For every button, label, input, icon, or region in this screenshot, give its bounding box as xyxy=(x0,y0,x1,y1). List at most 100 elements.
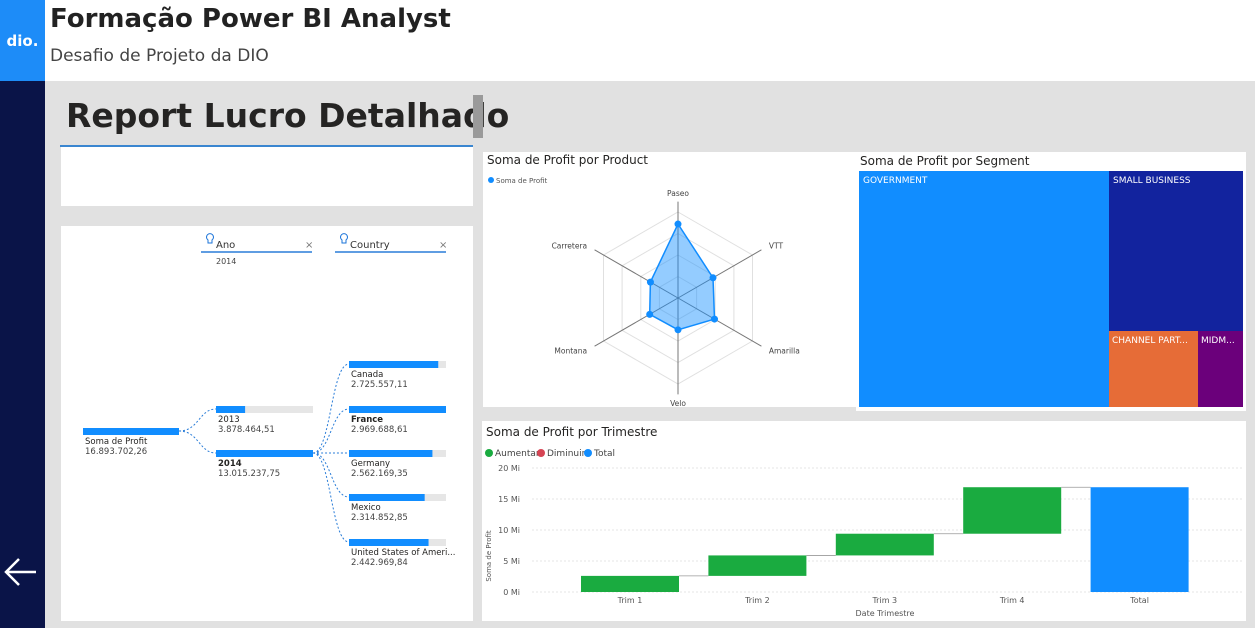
node-label: 2014 xyxy=(218,459,242,469)
left-sidebar xyxy=(0,81,45,628)
radar-chart-card[interactable]: Soma de Profit por Product Soma de Profi… xyxy=(483,152,875,407)
filter-country[interactable]: Country × xyxy=(335,233,447,253)
decomp-country-node[interactable]: United States of Ameri...2.442.969,84 xyxy=(349,539,455,568)
node-value: 16.893.702,26 xyxy=(85,447,147,457)
radar-axis-label: Montana xyxy=(554,346,587,355)
legend-dot xyxy=(488,177,494,183)
lightbulb-icon xyxy=(206,233,214,244)
treemap-tile-government[interactable]: GOVERNMENT xyxy=(859,171,1109,407)
node-bar xyxy=(216,450,313,457)
x-axis-title: Date Trimestre xyxy=(856,609,915,618)
decomp-country-node[interactable]: Canada2.725.557,11 xyxy=(349,361,446,390)
legend-dot-increase xyxy=(485,449,493,457)
node-bar xyxy=(349,539,429,546)
node-bar xyxy=(349,406,446,413)
filter-value-ano: 2014 xyxy=(216,257,236,266)
legend-dot-decrease xyxy=(537,449,545,457)
radar-chart: Soma de Profit Paseo VTT Amarilla Velo Monta… xyxy=(488,177,800,407)
treemap-card[interactable]: Soma de Profit por Segment GOVERNMENT SM… xyxy=(856,152,1246,411)
waterfall-bar-total xyxy=(1090,487,1189,592)
decomp-root-node[interactable]: Soma de Profit16.893.702,26 xyxy=(83,428,179,457)
close-icon: × xyxy=(305,240,313,251)
connector-line xyxy=(312,363,350,454)
treemap-tile-midmarket[interactable]: MIDM... xyxy=(1198,331,1243,407)
node-label: France xyxy=(351,415,383,425)
decomposition-tree-card[interactable]: Ano × 2014 Country × Soma de Profit 16.89… xyxy=(61,226,473,621)
waterfall-chart-card[interactable]: Soma de Profit por Trimestre Aumentar Di… xyxy=(482,421,1246,621)
close-icon: × xyxy=(439,240,447,251)
treemap-tile-small-business[interactable]: SMALL BUSINESS xyxy=(1109,171,1243,331)
connector-line xyxy=(178,408,217,432)
node-label: 2013 xyxy=(218,415,240,425)
waterfall-chart: Aumentar Diminuir Total Soma de Profit D… xyxy=(485,449,1242,618)
report-page: dio. Formação Power BI Analyst Desafio d… xyxy=(0,0,1255,628)
treemap-tile-channel-partners[interactable]: CHANNEL PART... xyxy=(1109,331,1198,407)
filter-label-country: Country xyxy=(350,240,390,251)
radar-point xyxy=(646,278,654,286)
legend-label: Aumentar xyxy=(495,449,540,459)
connector-line xyxy=(312,452,350,498)
legend-label: Diminuir xyxy=(547,449,586,459)
radar-series-area xyxy=(648,222,716,331)
y-tick-label: 5 Mi xyxy=(503,557,520,566)
waterfall-bar-increase xyxy=(581,575,679,592)
waterfall-legend: Aumentar Diminuir Total xyxy=(485,449,615,459)
x-tick-label: Trim 1 xyxy=(617,596,643,605)
treemap-title: Soma de Profit por Segment xyxy=(860,154,1030,168)
node-value: 2.442.969,84 xyxy=(351,558,408,568)
node-bar xyxy=(349,494,425,501)
y-tick-label: 20 Mi xyxy=(498,464,520,473)
node-bar xyxy=(216,406,246,413)
waterfall-bar-increase xyxy=(963,487,1062,534)
node-label: Soma de Profit xyxy=(85,437,148,447)
node-value: 3.878.464,51 xyxy=(218,425,275,435)
y-axis-title: Soma de Profit xyxy=(485,530,493,582)
node-value: 2.314.852,85 xyxy=(351,513,408,523)
legend-label: Total xyxy=(593,449,615,459)
node-label: Canada xyxy=(351,370,383,380)
back-arrow-icon[interactable] xyxy=(2,553,40,591)
decomp-country-node[interactable]: France2.969.688,61 xyxy=(349,406,446,435)
decomp-country-node[interactable]: Germany2.562.169,35 xyxy=(349,450,446,479)
page-title: Formação Power BI Analyst xyxy=(50,4,451,34)
node-label: Mexico xyxy=(351,503,381,513)
node-value: 2.969.688,61 xyxy=(351,425,408,435)
tile-label: GOVERNMENT xyxy=(863,176,928,186)
x-tick-label: Total xyxy=(1129,596,1149,605)
node-bar xyxy=(349,450,433,457)
waterfall-bar-increase xyxy=(708,555,807,576)
node-label: Germany xyxy=(351,459,390,469)
decomp-country-node[interactable]: Mexico2.314.852,85 xyxy=(349,494,446,523)
y-tick-label: 15 Mi xyxy=(498,495,520,504)
node-label: United States of Ameri... xyxy=(351,548,455,558)
tile-label: MIDM... xyxy=(1201,336,1235,346)
page-subtitle: Desafio de Projeto da DIO xyxy=(50,46,269,66)
radar-axis-label: Carretera xyxy=(552,242,588,251)
blank-panel xyxy=(61,147,473,206)
radar-point xyxy=(674,326,682,334)
filter-label-ano: Ano xyxy=(216,240,235,251)
report-title: Report Lucro Detalhado xyxy=(66,96,510,135)
node-bar xyxy=(349,361,439,368)
filter-ano[interactable]: Ano × 2014 xyxy=(201,233,313,266)
y-tick-label: 10 Mi xyxy=(498,526,520,535)
connector-line xyxy=(178,430,217,454)
title-accent-bar xyxy=(473,95,483,138)
node-value: 2.725.557,11 xyxy=(351,380,408,390)
legend-dot-total xyxy=(584,449,592,457)
node-value: 2.562.169,35 xyxy=(351,469,408,479)
radar-point xyxy=(710,315,718,323)
decomp-year-node[interactable]: 20133.878.464,51 xyxy=(216,406,313,435)
decomposition-tree: Ano × 2014 Country × Soma de Profit16.89… xyxy=(83,233,455,568)
radar-point xyxy=(674,220,682,228)
radar-axis-label: Velo xyxy=(670,399,686,407)
node-bar xyxy=(83,428,179,435)
radar-axis-label: Paseo xyxy=(667,189,689,198)
connector-line xyxy=(312,452,350,543)
dio-logo: dio. xyxy=(0,0,45,81)
connector-line xyxy=(312,408,350,454)
tile-label: CHANNEL PART... xyxy=(1112,336,1188,346)
decomp-year-node[interactable]: 201413.015.237,75 xyxy=(216,450,313,479)
tile-label: SMALL BUSINESS xyxy=(1113,176,1191,186)
node-value: 13.015.237,75 xyxy=(218,469,280,479)
